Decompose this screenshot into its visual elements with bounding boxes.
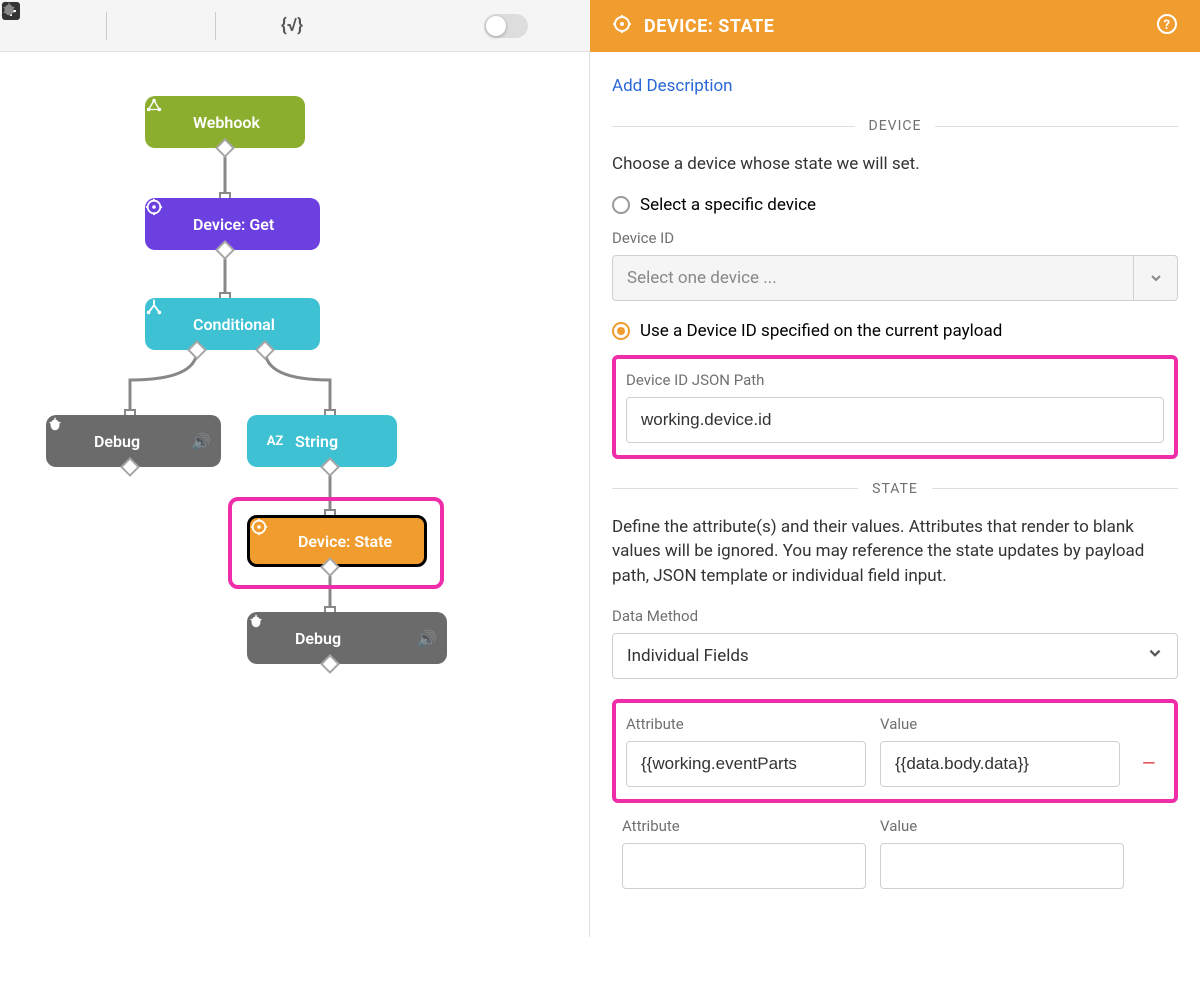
node-label: Webhook: [193, 113, 260, 132]
radio-payload-device[interactable]: Use a Device ID specified on the current…: [612, 321, 1178, 341]
fields-highlight: Attribute Value −: [612, 699, 1178, 803]
panel-header: DEVICE: STATE ?: [590, 0, 1200, 52]
node-conditional[interactable]: Conditional: [145, 298, 320, 350]
webhook-icon: [163, 112, 183, 132]
svg-text:?: ?: [1164, 18, 1171, 33]
node-label: String: [295, 432, 338, 451]
branch-icon: [163, 314, 183, 334]
radio-icon: [612, 322, 630, 340]
node-label: Debug: [295, 629, 341, 648]
node-device-get[interactable]: Device: Get: [145, 198, 320, 250]
json-path-input[interactable]: [626, 397, 1164, 443]
val-label: Value: [880, 817, 1124, 835]
volume-icon: 🔊: [417, 629, 437, 648]
device-icon: [268, 531, 288, 551]
device-icon: [612, 14, 632, 39]
node-label: Device: Get: [193, 215, 274, 234]
value-input[interactable]: [880, 741, 1120, 787]
node-debug-2[interactable]: Debug 🔊: [247, 612, 447, 664]
device-instruction: Choose a device whose state we will set.: [612, 152, 1178, 177]
attr-label: Attribute: [626, 715, 866, 733]
help-icon[interactable]: ?: [1156, 13, 1178, 40]
value-input[interactable]: [880, 843, 1124, 889]
device-icon: [163, 214, 183, 234]
add-description-link[interactable]: Add Description: [612, 76, 1178, 96]
data-method-label: Data Method: [612, 607, 1178, 625]
properties-panel: DEVICE: STATE ? Add Description DEVICE C…: [590, 0, 1200, 989]
json-path-highlight: Device ID JSON Path: [612, 355, 1178, 459]
node-label: Debug: [94, 432, 140, 451]
json-path-label: Device ID JSON Path: [626, 371, 1164, 389]
chevron-down-icon: [1147, 645, 1163, 666]
radio-specific-device[interactable]: Select a specific device: [612, 195, 1178, 215]
panel-title: DEVICE: STATE: [644, 16, 774, 37]
node-label: Conditional: [193, 315, 275, 334]
attribute-input[interactable]: [622, 843, 866, 889]
device-id-dropdown[interactable]: Select one device ...: [612, 255, 1178, 301]
node-string[interactable]: AZ String: [247, 415, 397, 467]
node-device-state[interactable]: Device: State: [247, 515, 427, 567]
bug-icon: [64, 431, 84, 451]
string-icon: AZ: [265, 431, 285, 451]
val-label: Value: [880, 715, 1120, 733]
volume-icon: 🔊: [191, 432, 211, 451]
device-id-label: Device ID: [612, 229, 1178, 247]
node-label: Device: State: [298, 532, 392, 551]
bug-icon: [265, 628, 285, 648]
section-heading-device: DEVICE: [612, 118, 1178, 134]
attribute-input[interactable]: [626, 741, 866, 787]
node-debug-1[interactable]: Debug 🔊: [46, 415, 221, 467]
section-heading-state: STATE: [612, 481, 1178, 497]
attr-label: Attribute: [622, 817, 866, 835]
workflow-canvas[interactable]: {√} Webhook Device:: [0, 0, 590, 937]
state-instruction: Define the attribute(s) and their values…: [612, 515, 1178, 589]
chevron-down-icon: [1133, 256, 1177, 300]
remove-row-button[interactable]: −: [1134, 749, 1164, 779]
radio-icon: [612, 196, 630, 214]
data-method-dropdown[interactable]: Individual Fields: [612, 633, 1178, 679]
